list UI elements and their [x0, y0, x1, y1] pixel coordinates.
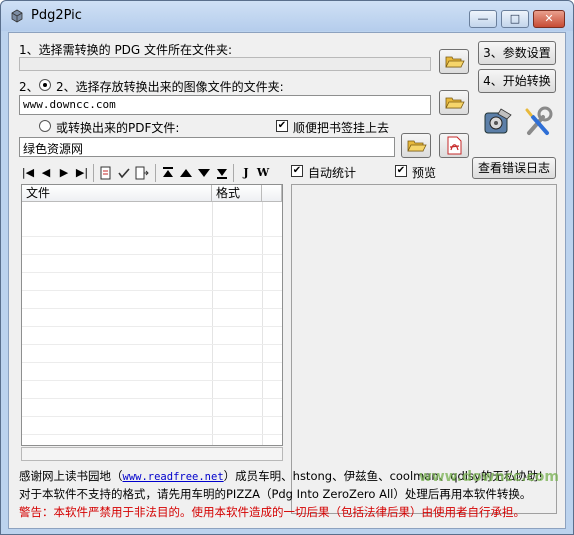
list-row [22, 418, 282, 435]
image-folder-radio[interactable] [39, 79, 51, 91]
prev-icon[interactable]: ◀ [39, 166, 53, 180]
preview-pane [291, 184, 557, 514]
j-format-icon[interactable]: J [239, 166, 253, 180]
list-status-bar [21, 447, 283, 461]
folder-open-icon [445, 97, 465, 109]
move-top-icon[interactable] [161, 166, 175, 180]
settings-tools-icon[interactable] [481, 105, 515, 139]
toolbar-separator [233, 164, 234, 182]
first-page-icon[interactable]: |◀ [21, 166, 35, 180]
pdg-folder-input[interactable] [19, 57, 431, 71]
list-row [22, 220, 282, 237]
pdf-icon [447, 136, 462, 155]
move-up-icon[interactable] [179, 166, 193, 180]
image-folder-input[interactable]: www.downcc.com [19, 95, 431, 115]
pdf-file-input[interactable]: 绿色资源网 [19, 137, 395, 157]
preview-checkbox[interactable]: ✔ [395, 165, 407, 177]
main-panel: 1、选择需转换的 PDG 文件所在文件夹: 3、参数设置 4、开始转换 2、 2… [8, 32, 566, 529]
image-folder-value: www.downcc.com [23, 98, 116, 111]
w-format-icon[interactable]: W [256, 166, 270, 180]
title-bar[interactable]: Pdg2Pic — □ ✕ [1, 1, 573, 31]
toolbar-separator [155, 164, 156, 182]
wrench-screwdriver-icon[interactable] [521, 105, 555, 139]
browse-pdf-button[interactable] [401, 133, 431, 158]
auto-stats-label: 自动统计 [308, 166, 357, 180]
credits-line-2: 对于本软件不支持的格式，请先用车明的PIZZA（Pdg Into ZeroZer… [19, 487, 532, 501]
watermark: www.downcc.com [418, 469, 559, 485]
folder-open-icon [445, 56, 465, 68]
list-row [22, 382, 282, 399]
bookmark-checkbox[interactable]: ✔ [276, 120, 288, 132]
list-row [22, 310, 282, 327]
minimize-button[interactable]: — [469, 10, 497, 28]
step2-label: 2、选择存放转换出来的图像文件的文件夹: [56, 80, 284, 94]
step2-prefix: 2、 [19, 80, 39, 94]
list-row [22, 328, 282, 345]
browse-image-folder-button[interactable] [439, 90, 469, 115]
pdf-output-radio[interactable] [39, 120, 51, 132]
browse-pdg-folder-button[interactable] [439, 49, 469, 74]
auto-stats-checkbox[interactable]: ✔ [291, 165, 303, 177]
credits-prefix: 感谢网上读书园地（ [19, 469, 123, 483]
close-button[interactable]: ✕ [533, 10, 565, 28]
edit-doc-icon[interactable] [99, 166, 113, 180]
move-bottom-icon[interactable] [215, 166, 229, 180]
warning-text: 警告：本软件严禁用于非法目的。使用本软件造成的一切后果（包括法律后果）由使用者自… [19, 505, 525, 519]
window-title: Pdg2Pic [31, 8, 82, 23]
bookmark-label: 顺便把书签挂上去 [293, 121, 390, 135]
next-icon[interactable]: ▶ [57, 166, 71, 180]
maximize-button[interactable]: □ [501, 10, 529, 28]
settings-button[interactable]: 3、参数设置 [478, 41, 556, 65]
view-error-log-button[interactable]: 查看错误日志 [472, 157, 556, 179]
list-row [22, 364, 282, 381]
step1-label: 1、选择需转换的 PDG 文件所在文件夹: [19, 43, 233, 57]
preview-label: 预览 [412, 166, 437, 180]
readfree-link[interactable]: www.readfree.net [123, 471, 224, 483]
list-row [22, 346, 282, 363]
toolbar-separator [93, 164, 94, 182]
column-header-format[interactable]: 格式 [212, 185, 262, 202]
last-page-icon[interactable]: ▶| [75, 166, 89, 180]
list-row [22, 292, 282, 309]
list-row [22, 256, 282, 273]
pdf-button[interactable] [439, 133, 469, 158]
app-icon [11, 9, 23, 23]
folder-open-icon [407, 140, 427, 152]
doc-next-icon[interactable] [135, 166, 149, 180]
column-header-blank [262, 185, 282, 202]
column-header-file[interactable]: 文件 [22, 185, 212, 202]
app-window: Pdg2Pic — □ ✕ 1、选择需转换的 PDG 文件所在文件夹: 3、参数… [0, 0, 574, 535]
list-row [22, 400, 282, 417]
list-row [22, 274, 282, 291]
check-icon[interactable] [117, 166, 131, 180]
start-convert-button[interactable]: 4、开始转换 [478, 69, 556, 93]
list-row [22, 238, 282, 255]
file-list[interactable]: 文件 格式 [21, 184, 283, 446]
move-down-icon[interactable] [197, 166, 211, 180]
pdf-option-label: 或转换出来的PDF文件: [56, 121, 180, 135]
